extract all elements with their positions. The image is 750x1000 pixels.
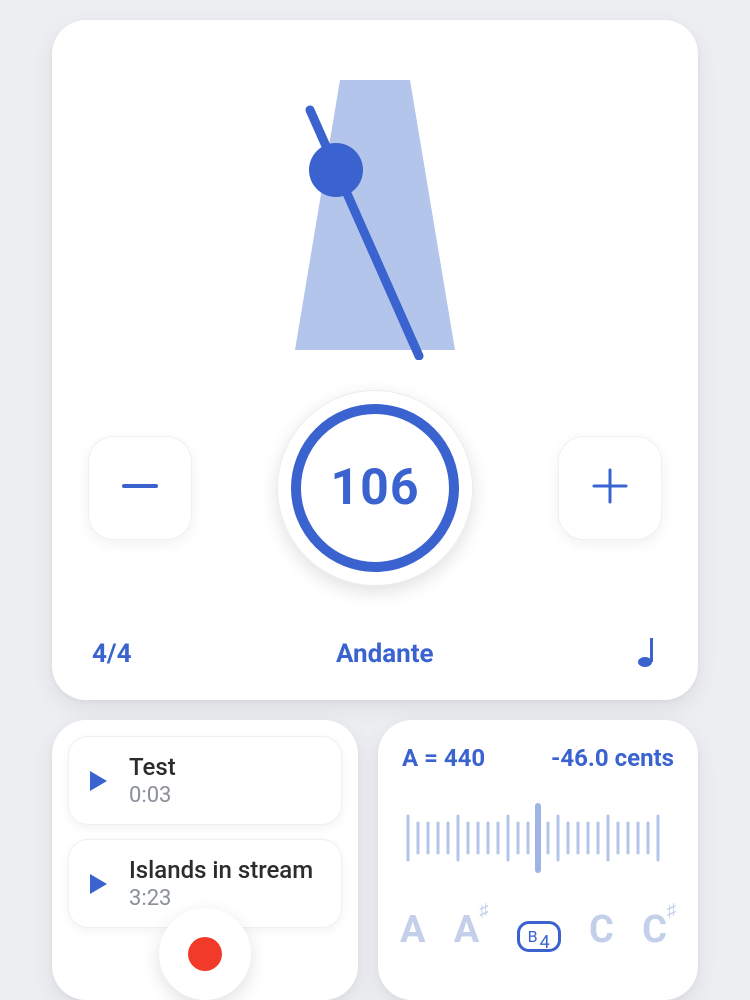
note-c[interactable]: C	[589, 908, 614, 952]
note-value-icon[interactable]	[638, 636, 658, 672]
bpm-dial[interactable]: 106	[277, 390, 473, 586]
recording-title: Test	[129, 753, 176, 781]
recording-title: Islands in stream	[129, 856, 313, 884]
recording-duration: 0:03	[129, 783, 176, 808]
bpm-controls: 106	[82, 390, 668, 586]
note-active[interactable]: B4	[517, 921, 561, 952]
tuner-notes: A A♯ B4 C C♯	[398, 908, 678, 952]
metronome-card: 106 4/4 Andante	[52, 20, 698, 700]
tuner-card: A = 440 -46.0 cents	[378, 720, 698, 1000]
note-c-sharp[interactable]: C♯	[642, 908, 676, 952]
play-icon	[85, 871, 111, 897]
note-a-sharp[interactable]: A♯	[454, 908, 489, 952]
recordings-card: Test 0:03 Islands in stream 3:23	[52, 720, 358, 1000]
tuner-cents: -46.0 cents	[551, 744, 674, 772]
metronome-meta-row: 4/4 Andante	[82, 636, 668, 672]
tuner-scale	[398, 798, 678, 878]
note-a[interactable]: A	[400, 908, 426, 952]
bpm-value: 106	[330, 459, 419, 517]
recording-item[interactable]: Test 0:03	[68, 736, 342, 825]
bpm-decrease-button[interactable]	[88, 436, 192, 540]
recording-duration: 3:23	[129, 886, 313, 911]
record-button[interactable]	[159, 908, 251, 1000]
plus-icon	[584, 460, 636, 516]
time-signature[interactable]: 4/4	[92, 639, 131, 669]
play-icon	[85, 768, 111, 794]
minus-icon	[114, 460, 166, 516]
tuner-reference[interactable]: A = 440	[402, 744, 485, 772]
tempo-name[interactable]: Andante	[336, 639, 434, 669]
bpm-increase-button[interactable]	[558, 436, 662, 540]
metronome-pendulum[interactable]	[82, 60, 668, 360]
